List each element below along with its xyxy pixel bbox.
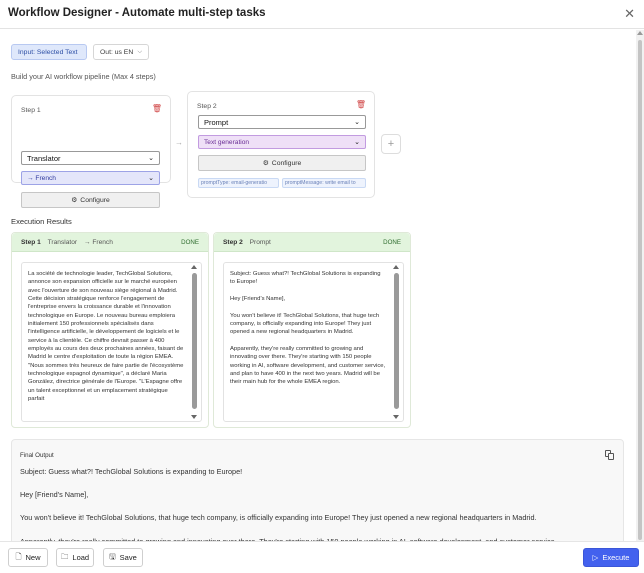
scroll-down-icon[interactable] <box>191 415 197 419</box>
step-card-1: Step 1 🗑 Translator ⌄ → French ⌄ ⚙ Confi… <box>11 95 171 208</box>
new-button[interactable]: 🗋 New <box>8 548 48 567</box>
footer-toolbar: 🗋 New 🗀 Load 🖫 Save ▷ Execute <box>0 541 644 573</box>
final-output-text[interactable]: Subject: Guess what?! TechGlobal Solutio… <box>20 466 620 541</box>
title-bar: Workflow Designer - Automate multi-step … <box>0 0 644 29</box>
input-source-badge[interactable]: Input: Selected Text <box>11 44 87 60</box>
target-language-select[interactable]: → French ⌄ <box>21 171 160 185</box>
step-type-select[interactable]: Translator ⌄ <box>21 151 160 165</box>
save-icon: 🖫 <box>109 552 116 561</box>
add-step-button[interactable]: + <box>381 134 401 154</box>
result-header: Step 2 Prompt DONE <box>214 233 410 252</box>
copy-icon[interactable] <box>605 450 614 460</box>
result-textarea[interactable]: Subject: Guess what?! TechGlobal Solutio… <box>223 262 404 422</box>
new-file-icon: 🗋 <box>15 552 22 561</box>
scroll-up-icon[interactable] <box>191 265 197 269</box>
config-tag: promptType: email-generatio <box>198 178 279 188</box>
pipeline-subtitle: Build your AI workflow pipeline (Max 4 s… <box>11 72 156 81</box>
scroll-up-icon[interactable] <box>393 265 399 269</box>
scroll-thumb[interactable] <box>192 273 197 409</box>
output-language-value: us EN <box>114 48 134 56</box>
chevron-down-icon: ⌄ <box>148 155 154 162</box>
folder-icon: 🗀 <box>60 552 69 561</box>
scrollbar[interactable] <box>191 265 199 419</box>
step-type-select[interactable]: Prompt ⌄ <box>198 115 366 129</box>
save-button[interactable]: 🖫 Save <box>103 548 143 567</box>
gear-icon: ⚙ <box>71 197 78 204</box>
step-label: Step 1 <box>21 107 41 114</box>
result-step: Step 2 <box>223 239 243 246</box>
chevron-down-icon: ⌵ <box>137 48 142 55</box>
status-badge: DONE <box>383 239 401 246</box>
result-step-name: Translator <box>47 239 78 246</box>
config-tag: promptMessage: write email to <box>282 178 366 188</box>
configure-button[interactable]: ⚙ Configure <box>21 192 160 208</box>
trash-icon[interactable]: 🗑 <box>356 100 366 109</box>
result-step-name: Prompt <box>249 239 271 246</box>
step-label: Step 2 <box>197 103 217 110</box>
trash-icon[interactable]: 🗑 <box>152 104 162 113</box>
result-step: Step 1 <box>21 239 41 246</box>
output-language-select[interactable]: Out: us EN ⌵ <box>93 44 149 60</box>
result-header: Step 1 Translator → French DONE <box>12 233 208 252</box>
chevron-down-icon: ⌄ <box>354 139 360 146</box>
main-content: Input: Selected Text Out: us EN ⌵ Build … <box>0 30 636 541</box>
final-output-label: Final Output <box>20 452 54 459</box>
result-step-detail: → French <box>83 239 113 246</box>
page-scrollbar[interactable] <box>636 30 644 541</box>
scroll-thumb[interactable] <box>638 40 642 540</box>
load-button[interactable]: 🗀 Load <box>56 548 94 567</box>
close-icon[interactable]: ✕ <box>624 6 635 22</box>
chevron-down-icon: ⌄ <box>354 119 360 126</box>
configure-button[interactable]: ⚙ Configure <box>198 155 366 171</box>
status-badge: DONE <box>181 239 199 246</box>
result-text: La société de technologie leader, TechGl… <box>28 271 186 403</box>
scroll-thumb[interactable] <box>394 273 399 409</box>
results-heading: Execution Results <box>11 217 72 226</box>
output-label: Out: <box>100 48 113 56</box>
final-output-panel: Final Output Subject: Guess what?! TechG… <box>11 439 624 541</box>
execute-button[interactable]: ▷ Execute <box>583 548 639 567</box>
result-text: Subject: Guess what?! TechGlobal Solutio… <box>230 271 386 386</box>
window-title: Workflow Designer - Automate multi-step … <box>8 7 266 19</box>
result-textarea[interactable]: La société de technologie leader, TechGl… <box>21 262 202 422</box>
arrow-right-icon: → <box>175 138 183 147</box>
scrollbar[interactable] <box>393 265 401 419</box>
prompt-type-select[interactable]: Text generation ⌄ <box>198 135 366 149</box>
scroll-down-icon[interactable] <box>393 415 399 419</box>
result-card-2: Step 2 Prompt DONE Subject: Guess what?!… <box>213 232 411 428</box>
scroll-up-icon[interactable] <box>637 31 643 35</box>
gear-icon: ⚙ <box>262 160 269 167</box>
result-card-1: Step 1 Translator → French DONE La socié… <box>11 232 209 428</box>
chevron-down-icon: ⌄ <box>148 175 154 182</box>
step-card-2: Step 2 🗑 Prompt ⌄ Text generation ⌄ ⚙ Co… <box>187 91 375 198</box>
play-icon: ▷ <box>592 553 599 562</box>
